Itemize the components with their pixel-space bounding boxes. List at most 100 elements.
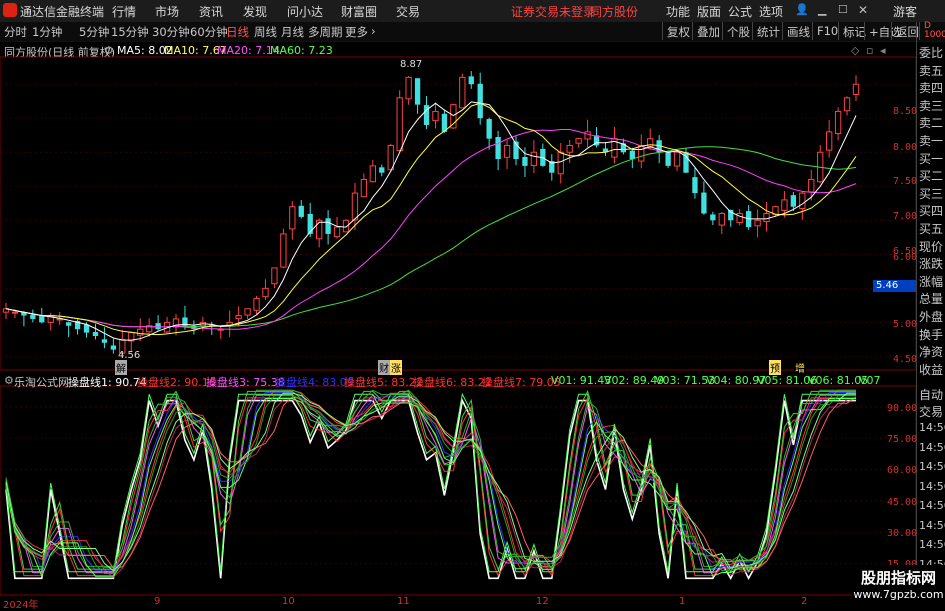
candle-body [557, 151, 564, 175]
y-label: 5.00 [893, 319, 918, 330]
candle-body [843, 97, 851, 112]
right-panel-item: 卖五 [919, 63, 944, 78]
candle-body [39, 316, 45, 323]
x-label-2: 2 [801, 596, 808, 607]
candle-body [351, 192, 359, 221]
x-label-9: 9 [154, 596, 161, 607]
y-label: 4.50 [893, 354, 918, 365]
right-panel-item: 买三 [919, 186, 944, 201]
right-panel-time: 14:56 [919, 421, 945, 434]
right-panel-time: 14:56 [919, 460, 945, 473]
event-marker-jie[interactable]: 解 [115, 360, 127, 375]
candle-body [110, 345, 117, 350]
right-panel-item: 买二 [919, 169, 944, 184]
right-panel-item: 总量 [919, 292, 944, 307]
indicator-line7-label: 操盘线7: 79.05 [482, 376, 561, 389]
candle-body [718, 213, 725, 226]
candle-body [396, 97, 403, 152]
candle-body [468, 76, 474, 85]
indicator-line4-label: 操盘线4: 83.09 [275, 376, 354, 389]
right-panel-item: 卖四 [919, 81, 944, 96]
high-marker: 8.87 [400, 59, 423, 70]
y-label: 6.00 [893, 252, 918, 263]
indicator-y-label: 75.00 [887, 434, 918, 445]
event-marker-yu[interactable]: 预 [769, 360, 781, 375]
candle-body [253, 298, 260, 311]
x-label-1: 1 [679, 596, 686, 607]
candle-body [360, 178, 368, 198]
candle-body [522, 156, 528, 166]
event-marker-zhang[interactable]: 涨 [390, 360, 402, 375]
candle-body [280, 233, 287, 268]
event-marker-cai[interactable]: 财 [378, 360, 390, 375]
right-panel-time: 14:56 [919, 518, 945, 532]
watermark-box: 股朋指标网 www.7gpzb.com [852, 565, 945, 609]
indicator-y-label: 90.00 [887, 403, 918, 414]
chart-canvas[interactable] [0, 0, 945, 609]
candle-body [235, 315, 242, 320]
current-price-label: 5.46 [876, 280, 899, 291]
indicator-v07-label: V07 [859, 374, 881, 387]
x-label-12: 12 [536, 596, 549, 607]
indicator-line1-label: 操盘线1: 90.74 [68, 376, 147, 389]
event-marker-zeng[interactable]: 增 [794, 360, 806, 375]
candle-body [387, 144, 394, 171]
right-panel-item: 买四 [919, 204, 944, 219]
candle-body [763, 213, 770, 223]
candle-body [692, 177, 698, 194]
right-panel-item: 卖二 [919, 116, 944, 131]
indicator-name: 乐淘公式网 [14, 376, 69, 389]
indicator-settings-icon[interactable]: ⚙ [4, 374, 14, 387]
candle-body [92, 332, 99, 336]
right-panel-item: 外盘 [919, 310, 944, 324]
right-panel-auto-trade[interactable]: 自动 [919, 386, 943, 403]
right-panel-item: 卖一 [919, 134, 944, 148]
right-panel-item: 卖三 [919, 98, 944, 113]
candle-body [459, 76, 466, 109]
right-panel-item: 涨跌 [919, 257, 944, 272]
candle-body [342, 219, 350, 233]
y-label: 8.50 [893, 106, 918, 117]
indicator-lines [5, 389, 857, 581]
candle-body [450, 104, 457, 129]
right-panel-time: 14:56 [919, 479, 945, 493]
y-label: 7.50 [893, 176, 918, 187]
candle-body [262, 287, 269, 298]
candle-body [503, 144, 511, 158]
indicator-line3-label: 操盘线3: 75.38 [206, 376, 285, 389]
right-panel-auto-trade[interactable]: 交易 [919, 403, 943, 420]
ma5-line [5, 101, 857, 341]
candle-body [325, 218, 331, 234]
indicator-y-label: 60.00 [887, 465, 918, 476]
candle-body [307, 213, 313, 234]
y-label: 8.00 [893, 142, 918, 153]
right-panel-item: 换手 [919, 327, 944, 342]
candle-body [477, 83, 483, 119]
ma20-line [5, 129, 857, 330]
candle-body [369, 165, 376, 183]
candle-body [379, 167, 385, 173]
candle-body [665, 151, 671, 166]
candle-body [826, 131, 833, 151]
candle-body [790, 195, 797, 207]
candle-body [432, 110, 439, 122]
candle-body [101, 339, 108, 343]
right-panel-time: 14:56 [919, 499, 945, 512]
candle-body [638, 144, 645, 162]
candle-body [414, 78, 421, 105]
candlestick-series [2, 71, 860, 358]
candle-body [155, 323, 161, 330]
candle-body [710, 214, 716, 221]
candle-body [486, 119, 492, 139]
indicator-y-label: 30.00 [887, 528, 918, 539]
right-panel-time: 14:56 [919, 538, 945, 551]
candle-body [566, 144, 573, 153]
candle-body [834, 110, 842, 135]
candle-body [781, 199, 788, 211]
right-panel-item: 涨幅 [919, 274, 944, 289]
candle-body [852, 83, 860, 95]
candle-body [808, 178, 815, 193]
candle-body [289, 206, 296, 230]
candle-body [271, 267, 278, 285]
candle-body [298, 205, 304, 217]
